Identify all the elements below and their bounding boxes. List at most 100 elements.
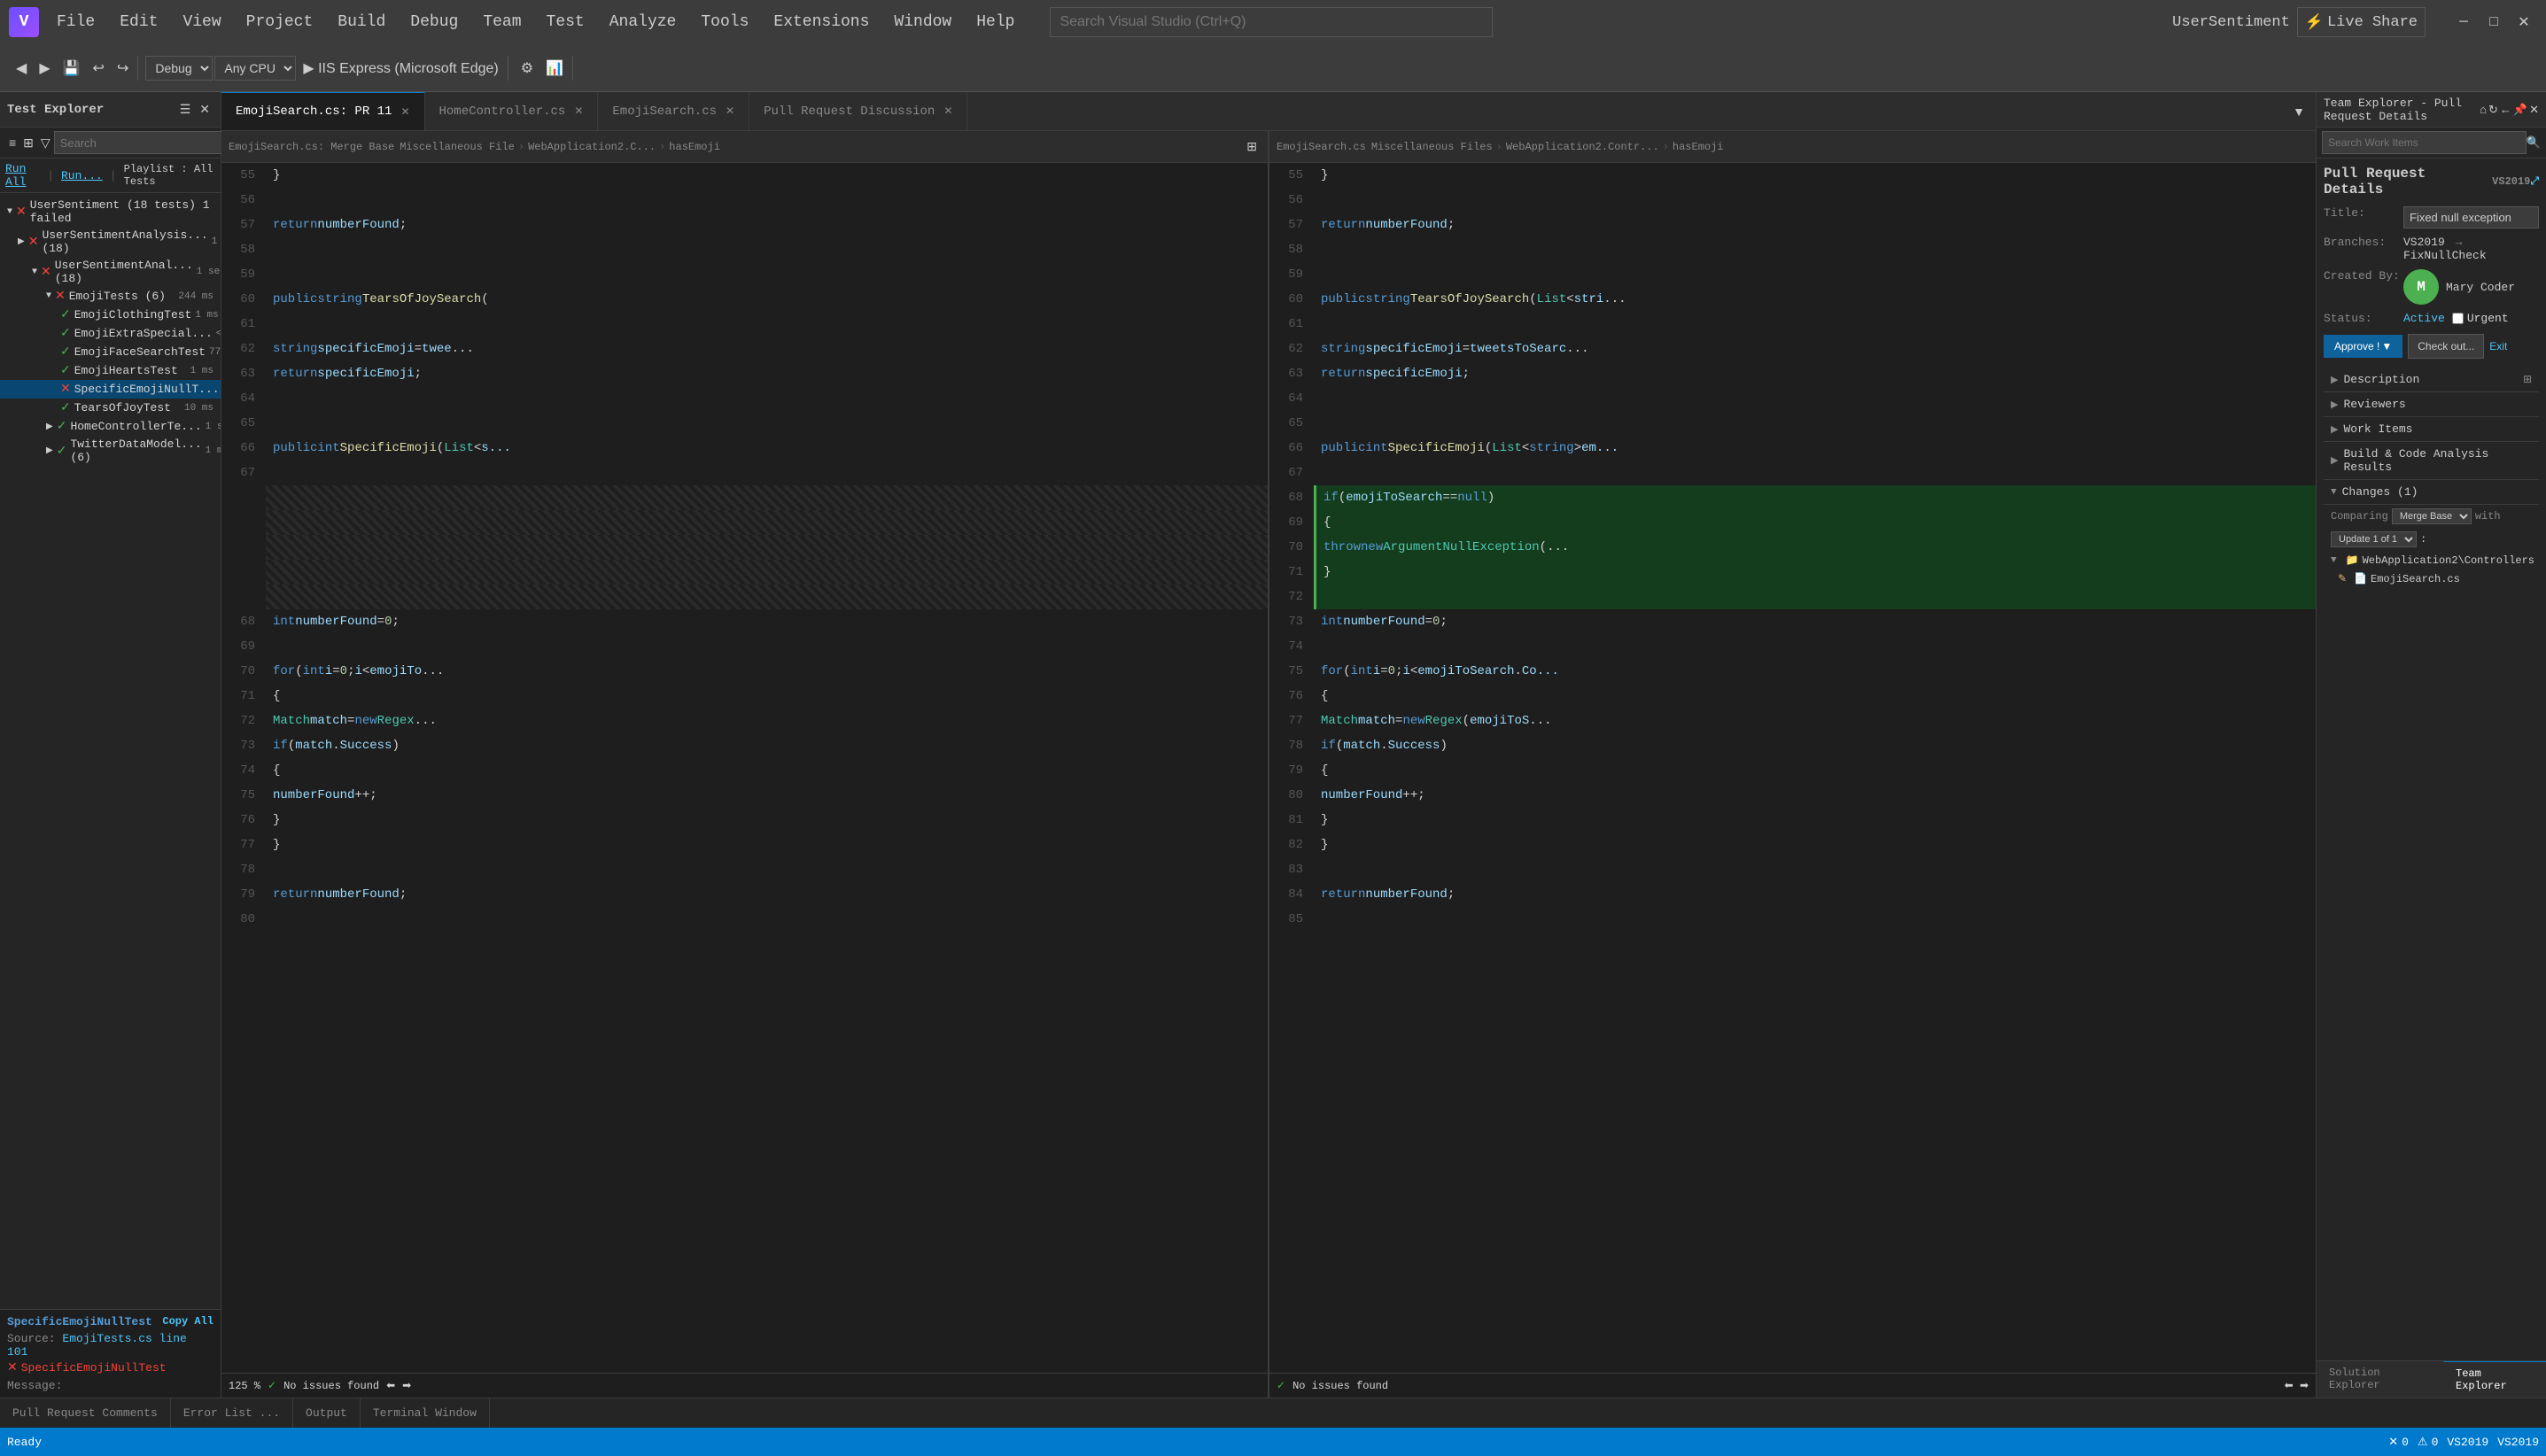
close-button[interactable]: ✕ — [2511, 13, 2537, 31]
tab-homecontroller[interactable]: HomeController.cs ✕ — [425, 92, 599, 130]
search-work-items-button[interactable]: 🔍 — [2527, 136, 2541, 150]
terminal-window-tab[interactable]: Terminal Window — [361, 1398, 490, 1428]
errors-count[interactable]: ✕ 0 — [2388, 1436, 2409, 1449]
cpu-select[interactable]: Any CPU — [214, 56, 296, 81]
pr-details-expand-button[interactable]: ⤢ — [2530, 175, 2539, 188]
editor-left-expand-button[interactable]: ⊞ — [1243, 137, 1261, 156]
minimize-button[interactable]: ─ — [2450, 13, 2477, 31]
tab-emojisearch-pr[interactable]: EmojiSearch.cs: PR 11 ✕ — [221, 92, 425, 130]
toolbar-back-button[interactable]: ◀ — [11, 56, 32, 81]
live-share-button[interactable]: ⚡ Live Share — [2297, 7, 2426, 37]
list-item[interactable]: ✓ EmojiHeartsTest 1 ms — [0, 361, 221, 380]
test-suite-summary[interactable]: ▼ ✕ UserSentiment (18 tests) 1 failed — [0, 197, 221, 227]
section-changes[interactable]: ▼ Changes (1) — [2324, 480, 2539, 505]
folder-item[interactable]: ▼ 📁 WebApplication2\Controllers — [2324, 551, 2539, 569]
breadcrumb-project[interactable]: WebApplication2.C... — [528, 141, 656, 153]
menu-analyze[interactable]: Analyze — [599, 10, 687, 35]
section-work-items[interactable]: ▶ Work Items — [2324, 417, 2539, 442]
list-item[interactable]: ▼ ✕ UserSentimentAnal... (18) 1 sec — [0, 257, 221, 287]
test-explorer-close-button[interactable]: ✕ — [196, 100, 213, 119]
urgent-checkbox[interactable] — [2452, 313, 2464, 324]
menu-view[interactable]: View — [172, 10, 231, 35]
list-item[interactable]: ✓ EmojiFaceSearchTest 77 ms — [0, 343, 221, 361]
editor-tab-overflow-button[interactable]: ▼ — [2289, 103, 2309, 120]
toolbar-forward-button[interactable]: ▶ — [34, 56, 55, 81]
pr-urgent-checkbox[interactable]: Urgent — [2452, 312, 2509, 325]
toolbar-save-button[interactable]: 💾 — [58, 56, 86, 81]
tab-emojisearch[interactable]: EmojiSearch.cs ✕ — [598, 92, 749, 130]
merge-base-select[interactable]: Merge Base — [2392, 508, 2472, 524]
exit-button[interactable]: Exit — [2489, 340, 2507, 352]
menu-edit[interactable]: Edit — [109, 10, 168, 35]
toolbar-perf-button[interactable]: 📊 — [540, 56, 569, 81]
toolbar-redo-button[interactable]: ↪ — [112, 56, 134, 81]
list-item[interactable]: ✓ EmojiClothingTest 1 ms — [0, 306, 221, 324]
menu-team[interactable]: Team — [472, 10, 532, 35]
tab-pull-request[interactable]: Pull Request Discussion ✕ — [749, 92, 967, 130]
file-item[interactable]: ✎ 📄 EmojiSearch.cs — [2324, 569, 2539, 588]
tab-close-icon[interactable]: ✕ — [574, 105, 583, 118]
output-tab[interactable]: Output — [293, 1398, 361, 1428]
team-explorer-close-button[interactable]: ✕ — [2529, 103, 2539, 117]
menu-file[interactable]: File — [46, 10, 105, 35]
editor-right-content[interactable]: 55 56 57 58 59 60 61 62 63 64 65 66 67 6… — [1269, 163, 2316, 1373]
approve-dropdown-icon[interactable]: ▼ — [2381, 340, 2392, 352]
breadcrumb-member[interactable]: hasEmoji — [1673, 141, 1724, 153]
tab-close-icon[interactable]: ✕ — [943, 105, 952, 118]
copy-all-button[interactable]: Copy All — [162, 1315, 213, 1328]
menu-help[interactable]: Help — [966, 10, 1025, 35]
toolbar-undo-button[interactable]: ↩ — [88, 56, 110, 81]
tab-close-icon[interactable]: ✕ — [726, 105, 734, 118]
warnings-count[interactable]: ⚠ 0 — [2418, 1436, 2438, 1449]
menu-debug[interactable]: Debug — [400, 10, 469, 35]
test-list-view-button[interactable]: ≡ — [5, 134, 19, 151]
menu-test[interactable]: Test — [536, 10, 595, 35]
code-content-right[interactable]: } return numberFound; public string Tear… — [1314, 163, 2316, 1373]
menu-tools[interactable]: Tools — [690, 10, 759, 35]
list-item[interactable]: ▶ ✓ HomeControllerTe... 1 sec — [0, 417, 221, 436]
section-expand-icon[interactable]: ⊞ — [2523, 373, 2532, 386]
tab-close-icon[interactable]: ✕ — [400, 105, 409, 119]
work-items-search-input[interactable] — [2322, 131, 2527, 154]
solution-explorer-tab[interactable]: Solution Explorer — [2317, 1361, 2443, 1398]
breadcrumb-member[interactable]: hasEmoji — [669, 141, 720, 153]
menu-build[interactable]: Build — [327, 10, 396, 35]
list-item[interactable]: ✓ EmojiExtraSpecial... < 1 ms — [0, 324, 221, 343]
section-reviewers[interactable]: ▶ Reviewers — [2324, 392, 2539, 417]
list-item[interactable]: ▼ ✕ EmojiTests (6) 244 ms — [0, 287, 221, 306]
update-select[interactable]: Update 1 of 1 — [2331, 531, 2417, 547]
editor-left-content[interactable]: 55 56 57 58 59 60 61 62 63 64 65 66 67 — [221, 163, 1268, 1373]
vs-version-1[interactable]: VS2019 — [2447, 1436, 2488, 1449]
menu-window[interactable]: Window — [883, 10, 962, 35]
team-explorer-tab[interactable]: Team Explorer — [2443, 1361, 2546, 1398]
title-bar-search[interactable] — [1050, 7, 1493, 37]
run-link[interactable]: Run... — [61, 169, 103, 182]
team-explorer-back-button[interactable]: ← — [2500, 103, 2511, 117]
breadcrumb-project[interactable]: WebApplication2.Contr... — [1506, 141, 1659, 153]
section-build-code[interactable]: ▶ Build & Code Analysis Results — [2324, 442, 2539, 480]
vs-version-2[interactable]: VS2019 — [2497, 1436, 2539, 1449]
pr-title-input[interactable] — [2403, 206, 2539, 228]
code-content-left[interactable]: } return numberFound; public string Tear… — [266, 163, 1268, 1373]
run-button[interactable]: ▶ IIS Express (Microsoft Edge) — [298, 56, 503, 81]
nav-left-icon[interactable]: ⬅ — [386, 1379, 395, 1392]
error-list-tab[interactable]: Error List ... — [171, 1398, 293, 1428]
section-description[interactable]: ▶ Description ⊞ — [2324, 368, 2539, 392]
test-group-button[interactable]: ⊞ — [19, 134, 37, 152]
team-explorer-refresh-button[interactable]: ↻ — [2488, 103, 2498, 117]
list-item[interactable]: ✕ SpecificEmojiNullT... 153 ms — [0, 380, 221, 399]
menu-project[interactable]: Project — [236, 10, 324, 35]
breadcrumb-file[interactable]: Miscellaneous Files — [1371, 141, 1493, 153]
pull-request-comments-tab[interactable]: Pull Request Comments — [0, 1398, 171, 1428]
breadcrumb-file[interactable]: Miscellaneous File — [400, 141, 515, 153]
test-explorer-menu-button[interactable]: ☰ — [176, 100, 195, 119]
checkout-button[interactable]: Check out... — [2408, 334, 2484, 359]
approve-button[interactable]: Approve ! ▼ — [2324, 335, 2402, 358]
team-explorer-pin-button[interactable]: 📌 — [2513, 103, 2527, 117]
nav-right-icon[interactable]: ➡ — [402, 1379, 411, 1392]
test-filter-button[interactable]: ▽ — [37, 134, 54, 152]
nav-next-icon[interactable]: ➡ — [2300, 1380, 2309, 1392]
team-explorer-home-button[interactable]: ⌂ — [2480, 103, 2487, 117]
list-item[interactable]: ▶ ✓ TwitterDataModel... (6) 1 ms — [0, 436, 221, 466]
test-search-input[interactable] — [54, 131, 222, 154]
